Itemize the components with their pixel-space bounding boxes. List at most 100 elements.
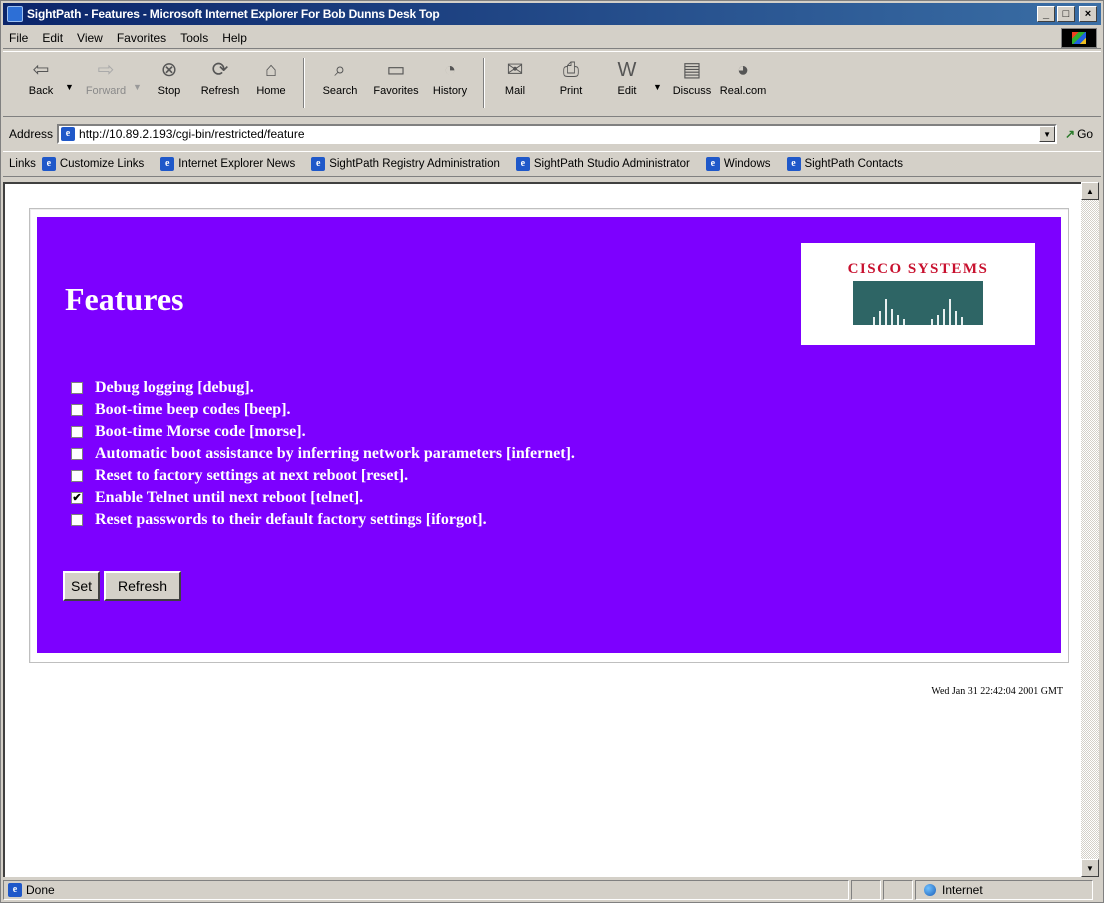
address-url: http://10.89.2.193/cgi-bin/restricted/fe… [79,127,305,141]
feature-label: Reset passwords to their default factory… [95,511,487,528]
address-dropdown-icon[interactable]: ▼ [1039,126,1056,142]
close-button[interactable]: × [1079,6,1097,22]
stop-label: Stop [157,85,181,97]
ie-link-icon: e [311,157,326,171]
feature-label: Boot-time Morse code [morse]. [95,423,306,440]
mail-label: Mail [504,85,526,97]
zone-label: Internet [942,883,983,897]
links-bar: Links e Customize Links e Internet Explore… [3,151,1101,177]
toolbar-separator [303,58,305,108]
refresh-form-button[interactable]: Refresh [104,571,182,601]
title-bar[interactable]: SightPath - Features - Microsoft Interne… [3,3,1101,25]
scroll-down-icon[interactable]: ▼ [1081,859,1099,877]
search-button[interactable]: ⌕ Search [315,58,365,97]
ie-link-icon: e [41,157,56,171]
links-label: Links [9,158,36,170]
iforgot-checkbox[interactable] [71,514,83,526]
home-button[interactable]: ⌂ Home [249,58,293,97]
set-button[interactable]: Set [63,571,101,601]
beep-checkbox[interactable] [71,404,83,416]
windows-logo-throbber [1061,28,1097,48]
feature-label: Enable Telnet until next reboot [telnet]… [95,489,364,506]
edit-dropdown-icon[interactable]: ▼ [653,82,662,92]
ie-link-icon: e [786,157,801,171]
ie-link-icon: e [515,157,530,171]
mail-button[interactable]: ✉ Mail [495,58,535,97]
status-cell [883,880,913,900]
cisco-bridge-icon [853,281,983,325]
features-panel: Features CISCO SYSTEMS Debug logging [de… [37,217,1061,653]
link-sightpath-studio-administrator[interactable]: e SightPath Studio Administrator [515,157,690,171]
page-content: Features CISCO SYSTEMS Debug logging [de… [3,182,1081,877]
link-sightpath-contacts[interactable]: e SightPath Contacts [786,157,903,171]
feature-morse: Boot-time Morse code [morse]. [71,421,575,443]
feature-beep: Boot-time beep codes [beep]. [71,399,575,421]
feature-telnet: ✔ Enable Telnet until next reboot [telnet… [71,487,575,509]
home-icon: ⌂ [264,59,278,81]
realcom-button[interactable]: ◕ Real.com [715,58,771,97]
form-buttons: Set Refresh [63,571,182,601]
feature-infernet: Automatic boot assistance by inferring n… [71,443,575,465]
status-page-icon: e [8,883,22,897]
timestamp: Wed Jan 31 22:42:04 2001 GMT [931,686,1063,697]
discuss-button[interactable]: ▤ Discuss [667,58,717,97]
refresh-toolbar-button[interactable]: ⟳ Refresh [195,58,245,97]
maximize-button[interactable]: □ [1057,6,1075,22]
refresh-icon: ⟳ [211,59,229,81]
address-field[interactable]: e http://10.89.2.193/cgi-bin/restricted/… [57,124,1058,144]
morse-checkbox[interactable] [71,426,83,438]
menu-bar: File Edit View Favorites Tools Help [3,27,1101,49]
reset-checkbox[interactable] [71,470,83,482]
go-button[interactable]: ↗ Go [1065,127,1093,141]
link-sightpath-registry-administration[interactable]: e SightPath Registry Administration [311,157,500,171]
toolbar-separator [483,58,485,108]
forward-button[interactable]: ⇨ Forward [81,58,131,97]
telnet-checkbox[interactable]: ✔ [71,492,83,504]
edit-label: Edit [617,85,637,97]
menu-tools[interactable]: Tools [180,31,208,45]
scroll-up-icon[interactable]: ▲ [1081,182,1099,200]
vertical-scrollbar[interactable]: ▲ ▼ [1081,182,1099,877]
print-label: Print [559,85,583,97]
go-arrow-icon: ↗ [1065,127,1076,141]
feature-label: Reset to factory settings at next reboot… [95,467,409,484]
check-icon: ✔ [72,491,82,504]
debug-checkbox[interactable] [71,382,83,394]
infernet-checkbox[interactable] [71,448,83,460]
forward-arrow-icon: ⇨ [97,59,115,81]
link-label: SightPath Studio Administrator [533,158,690,170]
mail-icon: ✉ [506,59,524,81]
feature-debug: Debug logging [debug]. [71,377,575,399]
back-dropdown-icon[interactable]: ▼ [65,82,74,92]
link-label: SightPath Contacts [804,158,903,170]
link-internet-explorer-news[interactable]: e Internet Explorer News [160,157,295,171]
status-text: Done [26,883,55,897]
link-customize-links[interactable]: e Customize Links [41,157,144,171]
minimize-button[interactable]: _ [1037,6,1055,22]
favorites-label: Favorites [373,85,419,97]
edit-button[interactable]: W Edit [607,58,647,97]
stop-button[interactable]: ⊗ Stop [149,58,189,97]
ie-link-icon: e [160,157,175,171]
back-button[interactable]: ⇦ Back [21,58,61,97]
page-icon: e [61,127,76,141]
forward-dropdown-icon[interactable]: ▼ [133,82,142,92]
search-icon: ⌕ [334,59,346,81]
menu-file[interactable]: File [9,31,28,45]
link-label: SightPath Registry Administration [329,158,500,170]
stop-icon: ⊗ [160,59,178,81]
menu-favorites[interactable]: Favorites [117,31,166,45]
history-button[interactable]: ◔ History [427,58,473,97]
print-button[interactable]: ⎙ Print [551,58,591,97]
feature-label: Debug logging [debug]. [95,379,254,396]
menu-view[interactable]: View [77,31,103,45]
favorites-button[interactable]: ▭ Favorites [369,58,423,97]
menu-help[interactable]: Help [222,31,247,45]
link-label: Windows [723,158,771,170]
menu-edit[interactable]: Edit [42,31,63,45]
realcom-icon: ◕ [736,59,750,81]
windows-flag-icon [1072,32,1086,44]
link-windows[interactable]: e Windows [705,157,771,171]
standard-toolbar: ⇦ Back ▼ ⇨ Forward ▼ ⊗ Stop ⟳ Refresh ⌂ Home … [3,51,1101,117]
word-edit-icon: W [617,59,637,81]
